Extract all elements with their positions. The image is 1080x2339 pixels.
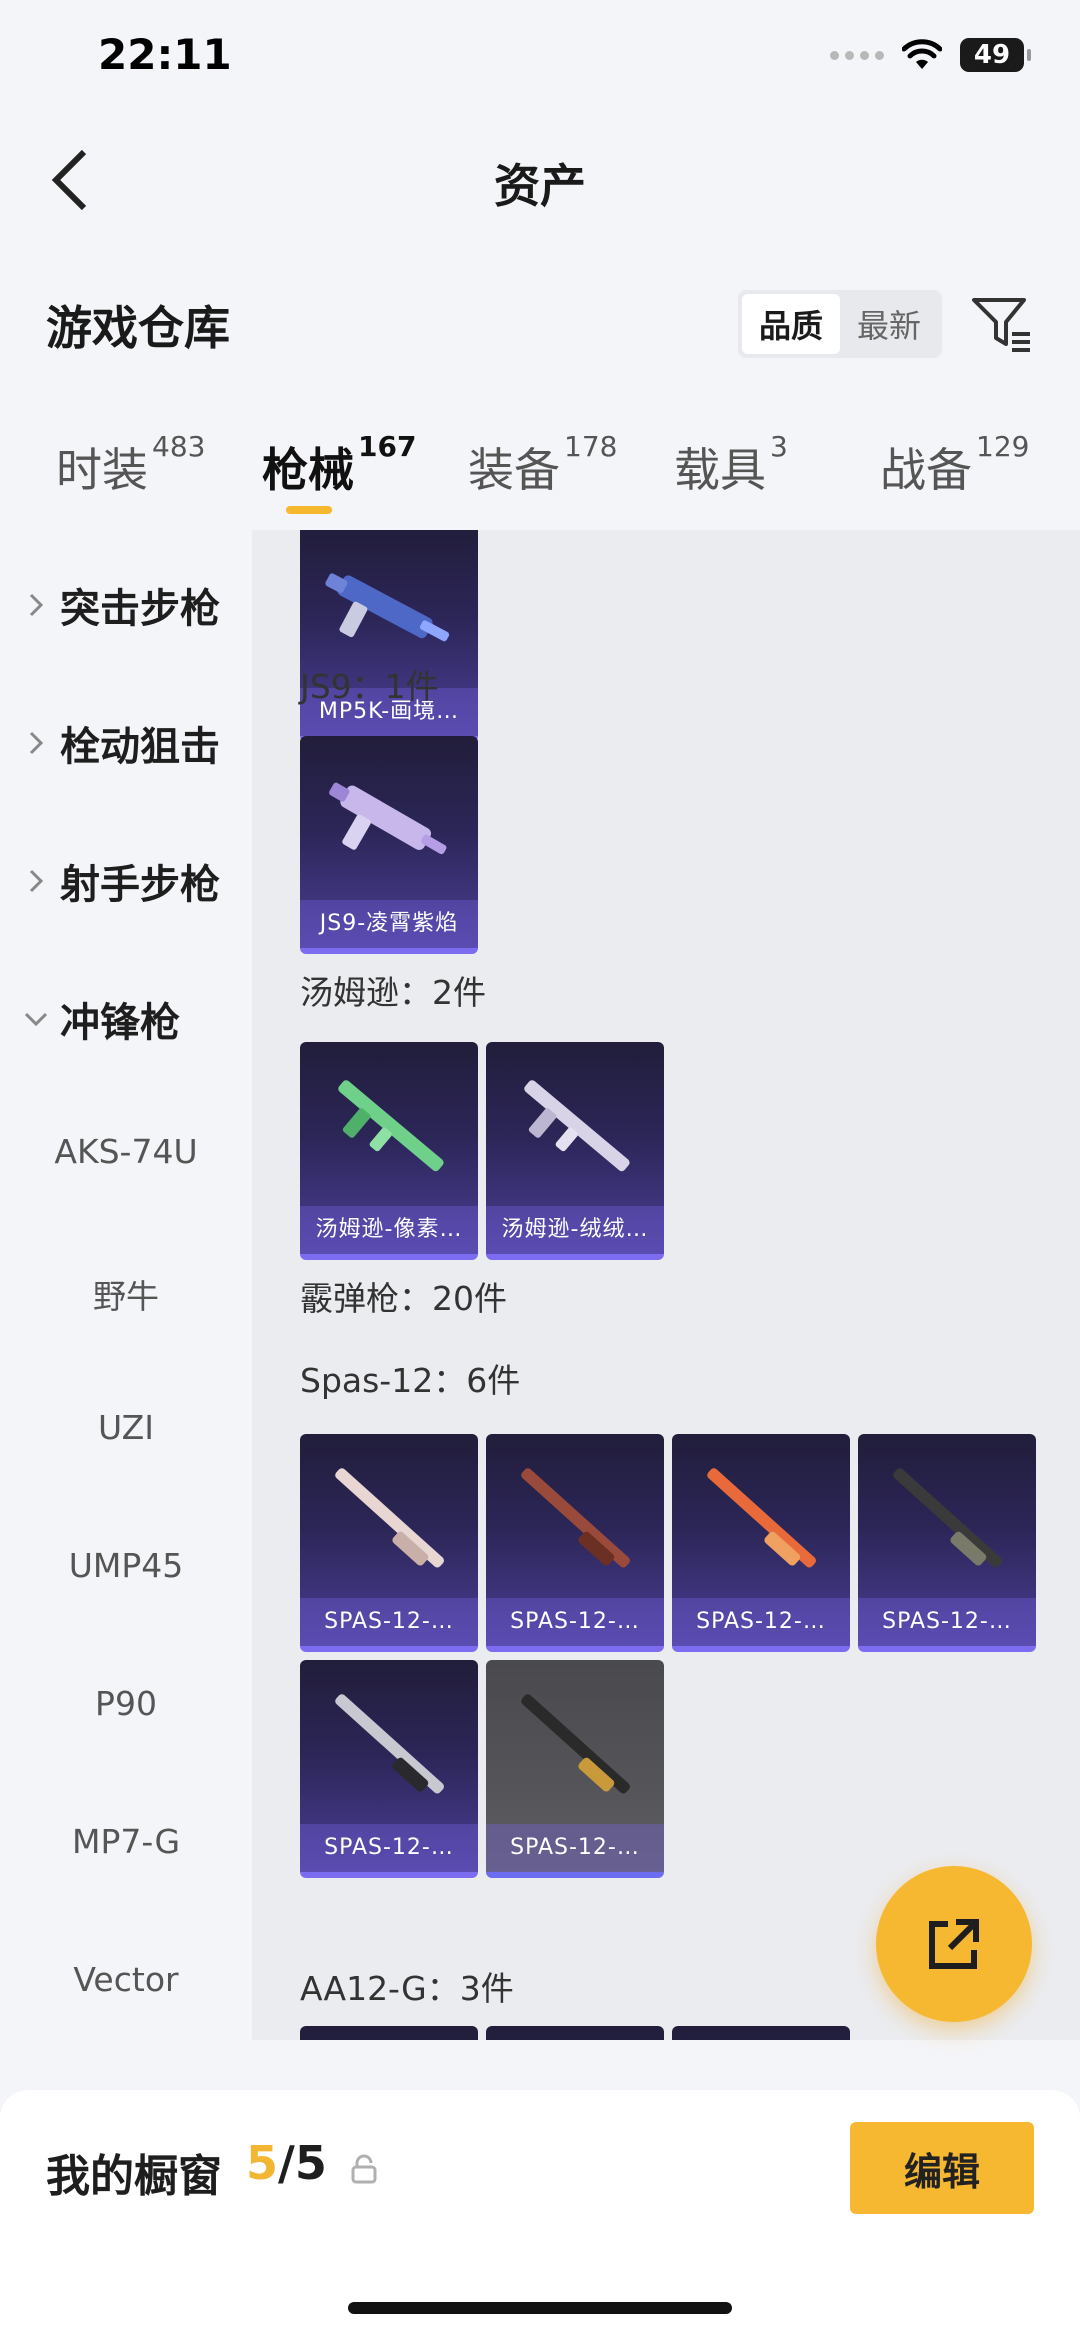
tab-label: 战备 [880,443,972,497]
tab-label: 载具 [674,443,766,497]
sidebar-item-smg[interactable]: 冲锋枪 [22,990,180,1048]
weapon-card[interactable]: SPAS-12-… [300,1434,478,1652]
sidebar-item-marksman-rifle[interactable]: 射手步枪 [22,852,220,910]
weapon-card-label: SPAS-12-… [300,1598,478,1646]
shotgun-icon [521,1694,630,1794]
showcase-current: 5 [246,2136,279,2190]
share-icon [929,1919,979,1969]
weapon-card[interactable]: MP5K-画境… [300,530,478,742]
sidebar-item-label: 栓动狙击 [60,724,220,770]
active-tab-indicator [286,506,332,514]
page-title: 资产 [494,159,586,213]
weapon-card-label: 汤姆逊-像素… [300,1206,478,1254]
weapon-card[interactable]: 汤姆逊-像素… [300,1042,478,1260]
weapon-card[interactable]: SPAS-12-… [486,1660,664,1878]
sidebar-subitem-vector[interactable]: Vector [0,1960,252,1999]
shotgun-icon [335,1694,444,1794]
weapon-card-label: 汤姆逊-绒绒… [486,1206,664,1254]
status-bar: 22:11 49 [0,0,1080,120]
weapon-group-title: Spas-12：6件 [300,1361,521,1400]
chevron-right-icon [22,591,50,619]
home-indicator[interactable] [348,2302,732,2314]
tab-fashion[interactable]: 时装 483 [56,430,205,500]
sidebar-subitem-bison[interactable]: 野牛 [0,1270,252,1318]
edit-button[interactable]: 编辑 [850,2122,1034,2214]
weapon-group-title: JS9：1件 [300,667,439,706]
weapon-grid: MP5K-画境… JS9：1件 JS9-凌霄紫焰 汤姆逊：2件 汤姆逊-像素… … [252,530,1080,2040]
weapon-group-title: 霰弹枪：20件 [300,1279,507,1318]
wifi-icon [902,39,942,69]
tab-label: 装备 [468,443,560,497]
tab-count: 167 [358,430,417,463]
weapon-card-label: SPAS-12-… [672,1598,850,1646]
tab-count: 3 [770,430,788,463]
sidebar-item-label: 冲锋枪 [60,1000,180,1046]
category-tabs: 时装 483 枪械 167 装备 178 载具 3 战备 129 [0,420,1080,530]
filter-icon [972,298,1030,352]
weapon-card[interactable] [486,2026,664,2040]
weapon-card[interactable]: SPAS-12-… [486,1434,664,1652]
sidebar-item-label: 突击步枪 [60,586,220,632]
weapon-card[interactable] [672,2026,850,2040]
weapon-card[interactable]: SPAS-12-… [672,1434,850,1652]
weapon-card[interactable]: SPAS-12-… [858,1434,1036,1652]
chevron-down-icon [22,1005,50,1033]
nav-bar: 资产 [0,120,1080,240]
weapon-category-sidebar: 突击步枪 栓动狙击 射手步枪 冲锋枪 AKS-74U 野牛 UZI UMP45 … [0,530,252,2040]
weapon-card[interactable] [300,2026,478,2040]
sort-toggle: 品质 最新 [738,290,942,358]
showcase-total: /5 [278,2136,327,2190]
status-time: 22:11 [98,30,232,79]
weapon-card-label: SPAS-12-… [858,1598,1036,1646]
weapon-card-label: SPAS-12-… [300,1824,478,1872]
showcase-count: 5/5 [246,2136,327,2190]
shotgun-icon [707,1468,816,1568]
shotgun-icon [335,1468,444,1568]
weapon-card[interactable]: 汤姆逊-绒绒… [486,1042,664,1260]
sidebar-subitem-mp7g[interactable]: MP7-G [0,1822,252,1861]
sidebar-item-bolt-sniper[interactable]: 栓动狙击 [22,714,220,772]
share-button[interactable] [876,1866,1032,2022]
weapon-card[interactable]: JS9-凌霄紫焰 [300,736,478,954]
weapon-group-title: AA12-G：3件 [300,1969,514,2008]
sidebar-subitem-aks74u[interactable]: AKS-74U [0,1132,252,1171]
rifle-icon [524,1080,630,1172]
weapon-card-label: SPAS-12-… [486,1598,664,1646]
section-title: 游戏仓库 [46,301,230,355]
tab-tactical[interactable]: 战备 129 [880,430,1029,500]
showcase-label: 我的橱窗 [46,2151,222,2202]
sidebar-item-label: 射手步枪 [60,862,220,908]
tab-count: 483 [152,430,206,463]
smg-icon [325,573,450,642]
weapon-card-label: SPAS-12-… [486,1824,664,1872]
sidebar-subitem-uzi[interactable]: UZI [0,1408,252,1447]
warehouse-header: 游戏仓库 品质 最新 [0,270,1080,380]
sort-quality-option[interactable]: 品质 [742,294,840,354]
shotgun-icon [893,1468,1002,1568]
sidebar-item-assault-rifle[interactable]: 突击步枪 [22,576,220,634]
smg-icon [329,782,447,855]
tab-equipment[interactable]: 装备 178 [468,430,617,500]
signal-icon [830,50,884,60]
chevron-right-icon [22,867,50,895]
tab-label: 枪械 [262,443,354,497]
status-icons: 49 [830,38,1031,72]
lock-icon [351,2154,377,2184]
rifle-icon [338,1080,444,1172]
filter-button[interactable] [966,290,1036,360]
tab-firearms[interactable]: 枪械 167 [262,430,416,500]
weapon-card[interactable]: SPAS-12-… [300,1660,478,1878]
weapon-card-label: JS9-凌霄紫焰 [300,900,478,948]
shotgun-icon [521,1468,630,1568]
tab-count: 178 [564,430,618,463]
weapon-group-title: 汤姆逊：2件 [300,973,486,1012]
sidebar-subitem-ump45[interactable]: UMP45 [0,1546,252,1585]
tab-count: 129 [976,430,1030,463]
tab-label: 时装 [56,443,148,497]
battery-icon: 49 [960,38,1031,72]
sort-newest-option[interactable]: 最新 [840,294,938,354]
sidebar-subitem-p90[interactable]: P90 [0,1684,252,1723]
tab-vehicles[interactable]: 载具 3 [674,430,788,500]
chevron-right-icon [22,729,50,757]
